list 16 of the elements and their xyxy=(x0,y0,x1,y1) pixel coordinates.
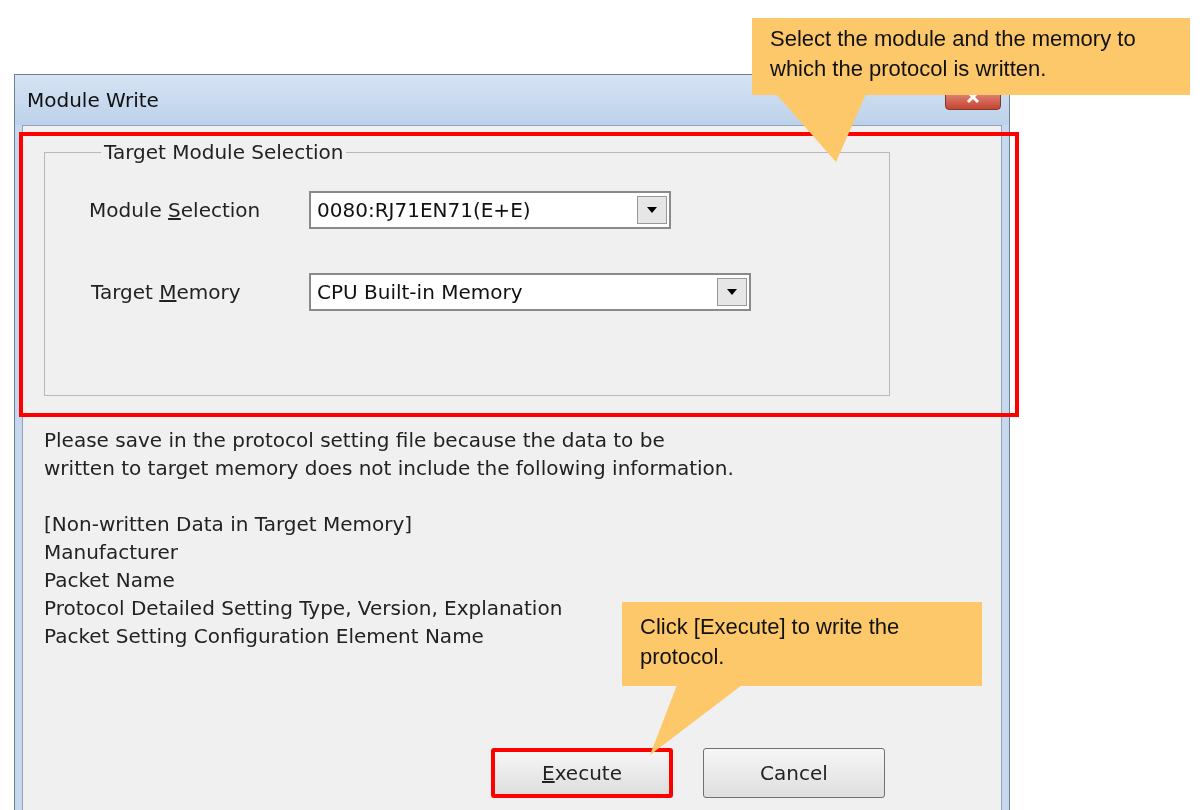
list-heading: [Non-written Data in Target Memory] xyxy=(44,511,413,538)
dropdown-value: CPU Built-in Memory xyxy=(316,280,523,304)
list-item: Protocol Detailed Setting Type, Version, Explanation xyxy=(44,595,563,622)
dropdown-value: 0080:RJ71EN71(E+E) xyxy=(316,198,531,222)
window-title: Module Write xyxy=(27,88,159,112)
cancel-button[interactable]: Cancel xyxy=(703,748,885,798)
group-title: Target Module Selection xyxy=(103,140,345,164)
field-label: Target Memory xyxy=(90,280,242,304)
dropdown[interactable]: CPU Built-in Memory xyxy=(309,273,751,311)
field-label: Module Selection xyxy=(89,198,262,222)
execute-button[interactable]: Execute xyxy=(491,748,673,798)
dropdown[interactable]: 0080:RJ71EN71(E+E) xyxy=(309,191,671,229)
list-item: Packet Name xyxy=(44,567,175,594)
list-item: Manufacturer xyxy=(44,539,178,566)
info-message: Please save in the protocol setting file because the data to be written to target memory does not include the following information. xyxy=(44,427,735,482)
list-item: Packet Setting Configuration Element Name xyxy=(44,623,484,650)
